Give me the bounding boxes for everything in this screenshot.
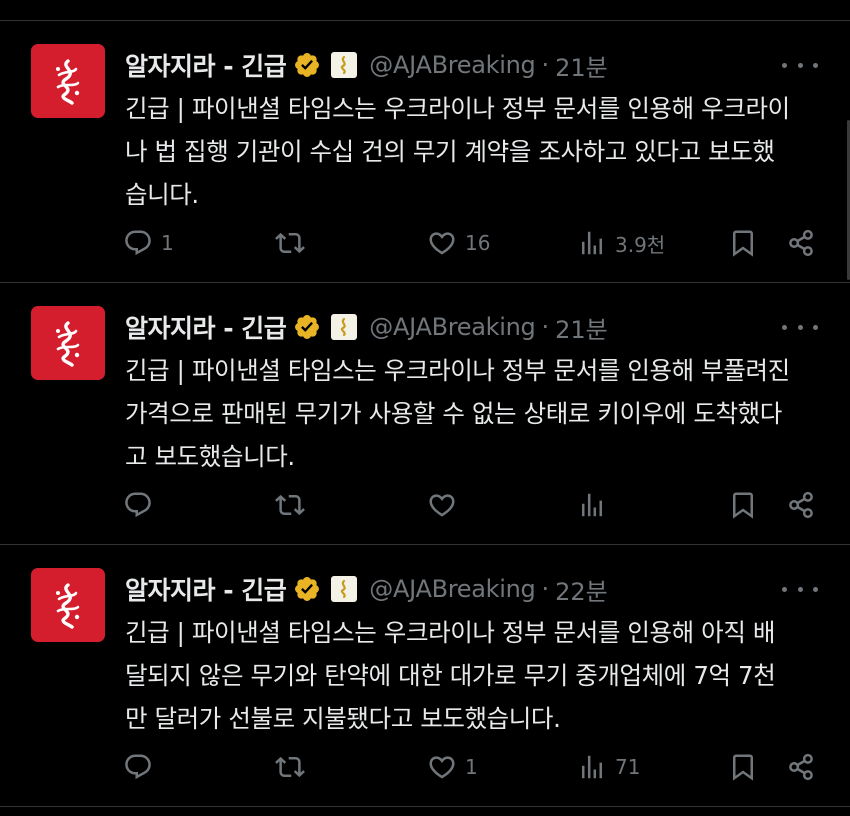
reply-button[interactable]: 1 bbox=[123, 221, 174, 265]
handle[interactable]: @AJABreaking bbox=[369, 313, 535, 341]
share-icon bbox=[789, 753, 813, 781]
separator-dot: · bbox=[541, 51, 550, 79]
bookmark-icon bbox=[733, 754, 753, 781]
verified-badge-icon[interactable] bbox=[293, 575, 321, 603]
timestamp[interactable]: 21분 bbox=[555, 48, 608, 83]
avatar[interactable] bbox=[31, 44, 105, 118]
tweet-header: 알자지라 - 긴급 @AJABreaking · 21분 bbox=[125, 48, 608, 82]
views-icon bbox=[582, 231, 602, 255]
views-button[interactable]: 3.9천 bbox=[577, 221, 665, 265]
views-icon bbox=[582, 755, 602, 779]
retweet-icon bbox=[275, 232, 305, 254]
bookmark-icon bbox=[733, 230, 753, 257]
verified-badge-icon[interactable] bbox=[293, 313, 321, 341]
tweet-header: 알자지라 - 긴급 @AJABreaking · 21분 bbox=[125, 310, 608, 344]
tweet-text: 긴급 | 파이낸셜 타임스는 우크라이나 정부 문서를 인용해 우크라이 나 법… bbox=[125, 94, 790, 209]
tweet-text: 긴급 | 파이낸셜 타임스는 우크라이나 정부 문서를 인용해 아직 배 달되지… bbox=[125, 618, 776, 733]
like-button[interactable]: 1 bbox=[427, 745, 478, 789]
avatar[interactable] bbox=[31, 568, 105, 642]
timestamp[interactable]: 21분 bbox=[555, 310, 608, 345]
bookmark-button[interactable] bbox=[728, 483, 758, 527]
retweet-icon bbox=[275, 494, 305, 516]
like-count: 16 bbox=[465, 231, 491, 255]
timestamp[interactable]: 22분 bbox=[555, 572, 608, 607]
like-icon bbox=[429, 494, 455, 517]
reply-icon bbox=[125, 492, 151, 518]
reply-button[interactable] bbox=[123, 483, 161, 527]
bookmark-button[interactable] bbox=[728, 221, 758, 265]
reply-icon bbox=[125, 230, 151, 256]
share-button[interactable] bbox=[786, 745, 816, 789]
retweet-button[interactable] bbox=[275, 745, 313, 789]
al-jazeera-logo-icon bbox=[56, 583, 80, 629]
like-button[interactable] bbox=[427, 483, 465, 527]
share-button[interactable] bbox=[786, 221, 816, 265]
action-bar: 1 71 bbox=[0, 745, 850, 789]
like-button[interactable]: 16 bbox=[427, 221, 490, 265]
tweet-card[interactable]: 알자지라 - 긴급 @AJABreaking · 21분 긴급 | 파이낸셜 타… bbox=[0, 283, 850, 545]
handle[interactable]: @AJABreaking bbox=[369, 51, 535, 79]
retweet-button[interactable] bbox=[275, 483, 313, 527]
more-icon[interactable] bbox=[782, 317, 818, 337]
display-name[interactable]: 알자지라 - 긴급 bbox=[125, 309, 287, 345]
display-name[interactable]: 알자지라 - 긴급 bbox=[125, 47, 287, 83]
bookmark-button[interactable] bbox=[728, 745, 758, 789]
handle[interactable]: @AJABreaking bbox=[369, 575, 535, 603]
views-count: 3.9천 bbox=[615, 232, 666, 257]
affiliate-badge-icon[interactable] bbox=[331, 576, 358, 602]
affiliate-badge-icon[interactable] bbox=[331, 314, 358, 340]
like-icon bbox=[429, 232, 455, 255]
share-icon bbox=[789, 229, 813, 257]
share-icon bbox=[789, 491, 813, 519]
like-icon bbox=[429, 756, 455, 779]
views-button[interactable] bbox=[577, 483, 615, 527]
tweet-text: 긴급 | 파이낸셜 타임스는 우크라이나 정부 문서를 인용해 부풀려진 가격으… bbox=[125, 356, 790, 471]
tweet-card[interactable]: 알자지라 - 긴급 @AJABreaking · 22분 긴급 | 파이낸셜 타… bbox=[0, 545, 850, 807]
share-button[interactable] bbox=[786, 483, 816, 527]
views-icon bbox=[582, 493, 602, 517]
views-button[interactable]: 71 bbox=[577, 745, 640, 789]
retweet-icon bbox=[275, 756, 305, 778]
tweet-header: 알자지라 - 긴급 @AJABreaking · 22분 bbox=[125, 572, 608, 606]
al-jazeera-logo-icon bbox=[56, 59, 80, 105]
display-name[interactable]: 알자지라 - 긴급 bbox=[125, 571, 287, 607]
verified-badge-icon[interactable] bbox=[293, 51, 321, 79]
reply-icon bbox=[125, 754, 151, 780]
like-count: 1 bbox=[465, 755, 478, 779]
views-count: 71 bbox=[615, 755, 641, 779]
retweet-button[interactable] bbox=[275, 221, 313, 265]
action-bar bbox=[0, 483, 850, 527]
more-icon[interactable] bbox=[782, 579, 818, 599]
bookmark-icon bbox=[733, 492, 753, 519]
action-bar: 1 16 3.9천 bbox=[0, 221, 850, 265]
more-icon[interactable] bbox=[782, 55, 818, 75]
reply-button[interactable] bbox=[123, 745, 161, 789]
separator-dot: · bbox=[541, 575, 550, 603]
al-jazeera-logo-icon bbox=[56, 321, 80, 367]
separator-dot: · bbox=[541, 313, 550, 341]
avatar[interactable] bbox=[31, 306, 105, 380]
affiliate-badge-icon[interactable] bbox=[331, 52, 358, 78]
reply-count: 1 bbox=[161, 231, 174, 255]
tweet-card[interactable]: 알자지라 - 긴급 @AJABreaking · 21분 긴급 | 파이낸셜 타… bbox=[0, 21, 850, 283]
